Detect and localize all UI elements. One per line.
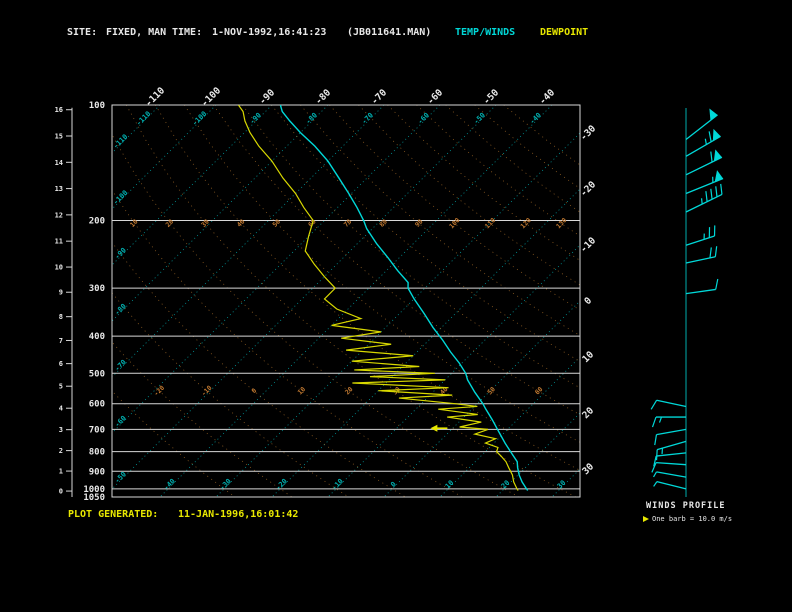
svg-text:0: 0	[582, 295, 594, 307]
svg-text:30: 30	[580, 461, 596, 477]
svg-text:5: 5	[59, 383, 63, 391]
svg-text:-90: -90	[257, 87, 277, 107]
svg-text:13: 13	[55, 185, 63, 193]
svg-text:-20: -20	[578, 179, 598, 199]
svg-text:-70: -70	[113, 358, 128, 373]
svg-text:-30: -30	[218, 477, 233, 492]
svg-text:-60: -60	[425, 87, 445, 107]
svg-text:-50: -50	[472, 111, 487, 126]
temperature-trace	[279, 105, 529, 491]
svg-text:700: 700	[89, 425, 105, 435]
svg-text:-10: -10	[578, 235, 598, 255]
svg-text:-90: -90	[113, 246, 128, 261]
svg-text:1: 1	[59, 468, 63, 476]
svg-text:400: 400	[89, 332, 105, 342]
svg-text:-100: -100	[199, 85, 223, 109]
svg-text:100: 100	[448, 216, 462, 230]
svg-text:-20: -20	[152, 384, 166, 398]
svg-text:70: 70	[342, 218, 353, 229]
svg-text:-60: -60	[416, 111, 431, 126]
svg-text:900: 900	[89, 467, 105, 477]
winds-legend-text: One barb = 10.0 m/s	[652, 515, 733, 523]
svg-text:14: 14	[55, 159, 63, 167]
dewpoint-trace	[237, 105, 519, 491]
plot-generated-label: PLOT GENERATED:	[68, 509, 159, 520]
svg-text:800: 800	[89, 448, 105, 458]
svg-text:600: 600	[89, 400, 105, 410]
right-temp-labels: -30 -20 -10 0 10 20 30	[578, 123, 598, 477]
svg-text:90: 90	[413, 218, 424, 229]
svg-text:-80: -80	[113, 302, 128, 317]
svg-text:30: 30	[391, 385, 402, 396]
svg-text:-70: -70	[369, 87, 389, 107]
level-marker	[430, 424, 448, 432]
svg-text:300: 300	[89, 284, 105, 294]
svg-text:130: 130	[555, 216, 569, 230]
svg-text:4: 4	[59, 405, 63, 413]
svg-text:-110: -110	[135, 110, 153, 128]
svg-text:11: 11	[55, 238, 63, 246]
svg-text:-40: -40	[162, 477, 177, 492]
svg-text:-10: -10	[200, 384, 214, 398]
svg-text:15: 15	[55, 133, 63, 141]
svg-text:-40: -40	[537, 87, 557, 107]
svg-text:80: 80	[378, 218, 389, 229]
svg-text:-60: -60	[113, 414, 128, 429]
svg-text:-80: -80	[313, 87, 333, 107]
svg-text:60: 60	[533, 385, 544, 396]
svg-text:12: 12	[55, 211, 63, 219]
svg-text:-90: -90	[248, 111, 263, 126]
dry-adiabat-lines	[112, 105, 580, 497]
svg-text:3: 3	[59, 426, 63, 434]
svg-text:100: 100	[89, 101, 105, 111]
winds-legend: One barb = 10.0 m/s	[643, 515, 732, 523]
svg-text:-40: -40	[528, 111, 543, 126]
plot-frame	[111, 104, 581, 498]
svg-text:-80: -80	[304, 111, 319, 126]
height-axis: 012345678910111213141516	[55, 106, 73, 497]
svg-text:7: 7	[59, 337, 63, 345]
svg-text:200: 200	[89, 217, 105, 227]
svg-text:20: 20	[343, 385, 354, 396]
svg-text:9: 9	[59, 289, 63, 297]
pressure-lines	[112, 104, 580, 498]
svg-text:-30: -30	[578, 123, 598, 143]
svg-text:-70: -70	[360, 111, 375, 126]
svg-text:-50: -50	[113, 470, 128, 485]
legend-arrow-icon	[643, 516, 649, 522]
svg-text:30: 30	[200, 218, 211, 229]
svg-text:1050: 1050	[83, 493, 105, 503]
adiabat-labels: 10 20 30 40 50 60 70 80 90 100 110 120 130-20 -10 0 10 2…	[128, 216, 568, 398]
svg-text:0: 0	[250, 387, 258, 395]
skewt-screen: SITE: FIXED, MAN TIME: 1-NOV-1992,16:41:…	[0, 0, 792, 612]
svg-text:20: 20	[580, 405, 596, 421]
isotherm-labels: -110-110-100-100-90-90-80-80-70-70-60-60…	[112, 110, 568, 492]
svg-text:50: 50	[486, 385, 497, 396]
svg-text:-100: -100	[112, 189, 130, 207]
plot-generated-value: 11-JAN-1996,16:01:42	[178, 509, 299, 520]
svg-text:10: 10	[128, 218, 139, 229]
svg-text:-20: -20	[274, 477, 289, 492]
svg-text:16: 16	[55, 106, 63, 114]
winds-profile-title: WINDS PROFILE	[646, 501, 726, 511]
svg-text:-110: -110	[112, 133, 130, 151]
svg-text:6: 6	[59, 360, 63, 368]
svg-text:-100: -100	[191, 110, 209, 128]
svg-text:10: 10	[580, 349, 596, 365]
svg-text:10: 10	[296, 385, 307, 396]
svg-text:20: 20	[164, 218, 175, 229]
svg-text:-10: -10	[330, 477, 345, 492]
svg-text:120: 120	[519, 216, 533, 230]
svg-text:10: 10	[55, 264, 63, 272]
svg-text:110: 110	[483, 216, 497, 230]
svg-text:8: 8	[59, 313, 63, 321]
svg-text:-50: -50	[481, 87, 501, 107]
wind-barbs	[650, 108, 724, 497]
svg-text:500: 500	[89, 369, 105, 379]
svg-text:0: 0	[59, 488, 63, 496]
svg-text:2: 2	[59, 447, 63, 455]
pressure-axis-labels: 10020030040050060070080090010001050	[83, 101, 105, 503]
